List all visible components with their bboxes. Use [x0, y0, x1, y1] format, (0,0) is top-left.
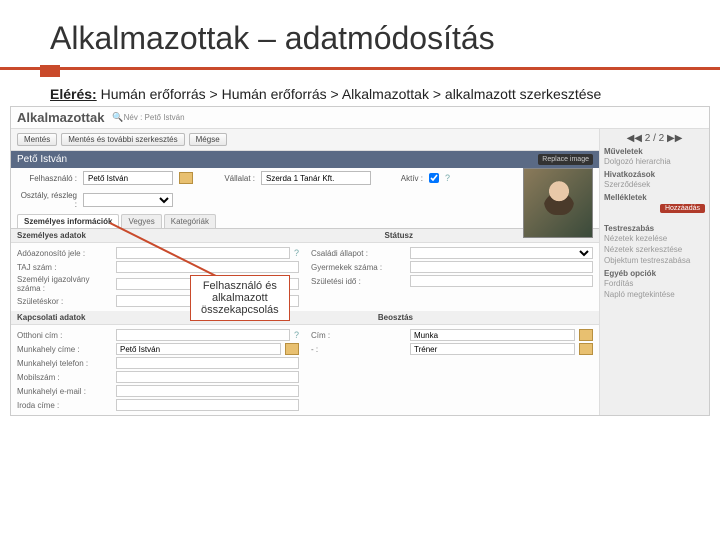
- side-ops-1[interactable]: Dolgozó hierarchia: [604, 156, 705, 167]
- maiden-label: Születéskor :: [17, 297, 112, 306]
- pager[interactable]: ◀◀ 2 / 2 ▶▶: [604, 133, 705, 144]
- folder-icon[interactable]: [179, 172, 193, 184]
- callout: Felhasználó és alkalmazott összekapcsolá…: [190, 275, 290, 321]
- name-bar: Pető István Replace image: [11, 151, 599, 168]
- app-window: Alkalmazottak 🔍 Név : Pető István Mentés…: [10, 106, 710, 416]
- path-value: Humán erőforrás > Humán erőforrás > Alka…: [101, 86, 602, 102]
- folder-icon[interactable]: [579, 343, 593, 355]
- worktel-label: Munkahelyi telefon :: [17, 359, 112, 368]
- help-icon[interactable]: ?: [445, 173, 450, 183]
- replace-image-button[interactable]: Replace image: [538, 154, 593, 165]
- folder-icon[interactable]: [579, 329, 593, 341]
- add-attachment-button[interactable]: Hozzáadás: [660, 204, 705, 213]
- sidebar: ◀◀ 2 / 2 ▶▶ Műveletek Dolgozó hierarchia…: [599, 129, 709, 415]
- children-field[interactable]: [410, 261, 593, 273]
- mobile-field[interactable]: [116, 371, 299, 383]
- home-field[interactable]: [116, 329, 290, 341]
- marital-select[interactable]: [410, 247, 593, 259]
- sec-status-label: Státusz: [385, 231, 413, 240]
- breadcrumb: Elérés: Humán erőforrás > Humán erőforrá…: [0, 70, 720, 106]
- side-other: Egyéb opciók: [604, 269, 705, 278]
- tab-misc[interactable]: Vegyes: [121, 214, 161, 228]
- worktel-field[interactable]: [116, 357, 299, 369]
- side-ops: Műveletek: [604, 147, 705, 156]
- sec-position-label: Beosztás: [378, 313, 413, 322]
- dept-select[interactable]: [83, 193, 173, 207]
- sec-contact-label: Kapcsolati adatok: [17, 313, 85, 322]
- office-field[interactable]: [116, 399, 299, 411]
- tax-field[interactable]: [116, 247, 290, 259]
- page-title: Alkalmazottak: [17, 110, 104, 125]
- coach-label: - :: [311, 345, 406, 354]
- side-t2[interactable]: Nézetek szerkesztése: [604, 244, 705, 255]
- employee-name: Pető István: [17, 154, 67, 165]
- children-label: Gyermekek száma :: [311, 263, 406, 272]
- side-t1[interactable]: Nézetek kezelése: [604, 233, 705, 244]
- job-label: Cím :: [311, 331, 406, 340]
- avatar[interactable]: [523, 168, 593, 238]
- crumb: Név : Pető István: [124, 113, 185, 122]
- ssn-field[interactable]: [116, 261, 299, 273]
- active-label: Aktív :: [393, 174, 423, 183]
- office-label: Iroda címe :: [17, 401, 112, 410]
- tax-label: Adóazonosító jele :: [17, 249, 112, 258]
- workaddr-field[interactable]: [116, 343, 281, 355]
- side-t3[interactable]: Objektum testreszabása: [604, 255, 705, 266]
- section-personal: Személyes adatok Státusz: [11, 229, 599, 243]
- side-links: Hivatkozások: [604, 170, 705, 179]
- side-links-1[interactable]: Szerződések: [604, 179, 705, 190]
- tab-personal[interactable]: Személyes információk: [17, 214, 119, 228]
- user-label: Felhasználó :: [17, 174, 77, 183]
- toolbar: Mentés Mentés és további szerkesztés Még…: [11, 129, 599, 151]
- birthdate-label: Születési idő :: [311, 277, 406, 286]
- callout-line3: összekapcsolás: [201, 304, 279, 316]
- side-custom: Testreszabás: [604, 224, 705, 233]
- workemail-field[interactable]: [116, 385, 299, 397]
- birthdate-field[interactable]: [410, 275, 593, 287]
- company-field[interactable]: [261, 171, 371, 185]
- company-label: Vállalat :: [215, 174, 255, 183]
- tabs: Személyes információk Vegyes Kategóriák: [11, 214, 599, 229]
- coach-field[interactable]: [410, 343, 575, 355]
- tab-categories[interactable]: Kategóriák: [164, 214, 216, 228]
- callout-line2: alkalmazott: [201, 292, 279, 304]
- job-field[interactable]: [410, 329, 575, 341]
- workaddr-label: Munkahely címe :: [17, 345, 112, 354]
- search-icon: 🔍: [112, 112, 123, 123]
- path-label: Elérés:: [50, 86, 97, 102]
- marital-label: Családi állapot :: [311, 249, 406, 258]
- side-att: Mellékletek: [604, 193, 705, 202]
- active-checkbox[interactable]: [429, 173, 439, 183]
- help-icon[interactable]: ?: [294, 330, 299, 340]
- slide-title: Alkalmazottak – adatmódosítás: [0, 0, 720, 63]
- help-icon[interactable]: ?: [294, 248, 299, 258]
- side-o1[interactable]: Fordítás: [604, 278, 705, 289]
- folder-icon[interactable]: [285, 343, 299, 355]
- callout-line1: Felhasználó és: [201, 280, 279, 292]
- side-o2[interactable]: Napló megtekintése: [604, 289, 705, 300]
- accent-square: [40, 65, 60, 77]
- ssn-label: TAJ szám :: [17, 263, 112, 272]
- home-label: Otthoni cím :: [17, 331, 112, 340]
- workemail-label: Munkahelyi e-mail :: [17, 387, 112, 396]
- section-contact: Kapcsolati adatok Beosztás: [11, 311, 599, 325]
- app-header: Alkalmazottak 🔍 Név : Pető István: [11, 107, 709, 129]
- save-continue-button[interactable]: Mentés és további szerkesztés: [61, 133, 184, 146]
- dept-label: Osztály, részleg :: [17, 191, 77, 209]
- cancel-button[interactable]: Mégse: [189, 133, 227, 146]
- save-button[interactable]: Mentés: [17, 133, 57, 146]
- idnum-label: Személyi igazolvány száma :: [17, 275, 112, 293]
- sec-personal-label: Személyes adatok: [17, 231, 86, 240]
- mobile-label: Mobilszám :: [17, 373, 112, 382]
- user-field[interactable]: [83, 171, 173, 185]
